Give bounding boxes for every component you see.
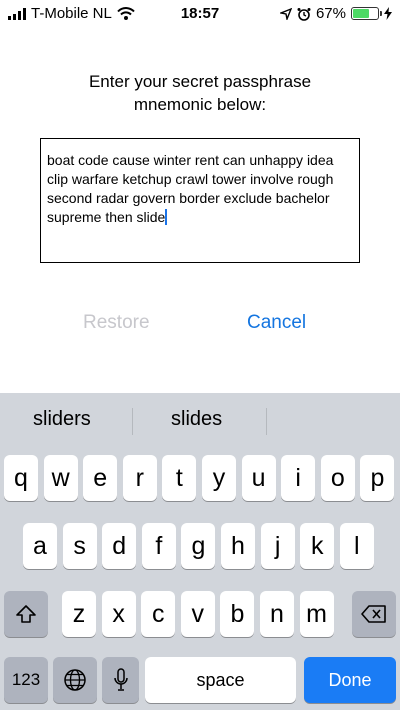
mnemonic-textarea[interactable]: boat code cause winter rent can unhappy … [40, 138, 360, 263]
location-icon [279, 7, 292, 20]
key-t[interactable]: t [162, 455, 197, 501]
backspace-icon [361, 605, 386, 623]
status-right: 67% [279, 5, 392, 22]
suggestion-divider [132, 408, 133, 435]
key-m[interactable]: m [299, 591, 334, 637]
cancel-button[interactable]: Cancel [247, 312, 306, 334]
key-p[interactable]: p [360, 455, 395, 501]
battery-percent: 67% [315, 5, 346, 22]
suggestion-bar: sliders slides [0, 393, 400, 445]
text-caret [165, 209, 168, 225]
globe-icon [64, 669, 86, 691]
shift-key[interactable] [4, 591, 48, 637]
suggestion-divider [266, 408, 267, 435]
backspace-key[interactable] [352, 591, 396, 637]
key-i[interactable]: i [281, 455, 316, 501]
key-e[interactable]: e [83, 455, 118, 501]
key-k[interactable]: k [300, 523, 335, 569]
key-n[interactable]: n [260, 591, 294, 637]
key-o[interactable]: o [320, 455, 355, 501]
key-r[interactable]: r [122, 455, 157, 501]
key-u[interactable]: u [241, 455, 276, 501]
key-a[interactable]: a [23, 523, 57, 569]
suggestion-1[interactable]: sliders [33, 408, 91, 431]
space-key[interactable]: space [145, 657, 296, 703]
keyboard: sliders slides qwertyuiop asdfghjkl zxcvbn… [0, 393, 400, 710]
key-v[interactable]: v [180, 591, 215, 637]
key-f[interactable]: f [141, 523, 176, 569]
dictation-key[interactable] [102, 657, 139, 703]
status-bar: T-Mobile NL 18:57 67% [0, 0, 400, 28]
battery-level [353, 9, 370, 18]
key-w[interactable]: w [43, 455, 78, 501]
key-x[interactable]: x [101, 591, 136, 637]
key-g[interactable]: g [181, 523, 216, 569]
prompt-line-2: mnemonic below: [133, 95, 267, 114]
charging-icon [384, 7, 392, 20]
done-key[interactable]: Done [304, 657, 396, 703]
suggestion-2[interactable]: slides [171, 408, 222, 431]
key-l[interactable]: l [339, 523, 374, 569]
mnemonic-prompt: Enter your secret passphrase mnemonic be… [60, 70, 340, 116]
key-q[interactable]: q [4, 455, 38, 501]
shift-icon [16, 605, 36, 623]
key-c[interactable]: c [141, 591, 176, 637]
key-y[interactable]: y [202, 455, 236, 501]
restore-button[interactable]: Restore [83, 312, 150, 334]
mnemonic-text: boat code cause winter rent can unhappy … [47, 152, 334, 225]
key-j[interactable]: j [260, 523, 295, 569]
key-z[interactable]: z [62, 591, 96, 637]
microphone-icon [113, 668, 128, 691]
numbers-key[interactable]: 123 [4, 657, 48, 703]
prompt-line-1: Enter your secret passphrase [88, 72, 312, 91]
key-d[interactable]: d [102, 523, 137, 569]
battery-icon [351, 7, 382, 20]
key-h[interactable]: h [221, 523, 255, 569]
alarm-icon [297, 7, 311, 21]
globe-key[interactable] [53, 657, 97, 703]
key-s[interactable]: s [62, 523, 97, 569]
key-b[interactable]: b [220, 591, 255, 637]
